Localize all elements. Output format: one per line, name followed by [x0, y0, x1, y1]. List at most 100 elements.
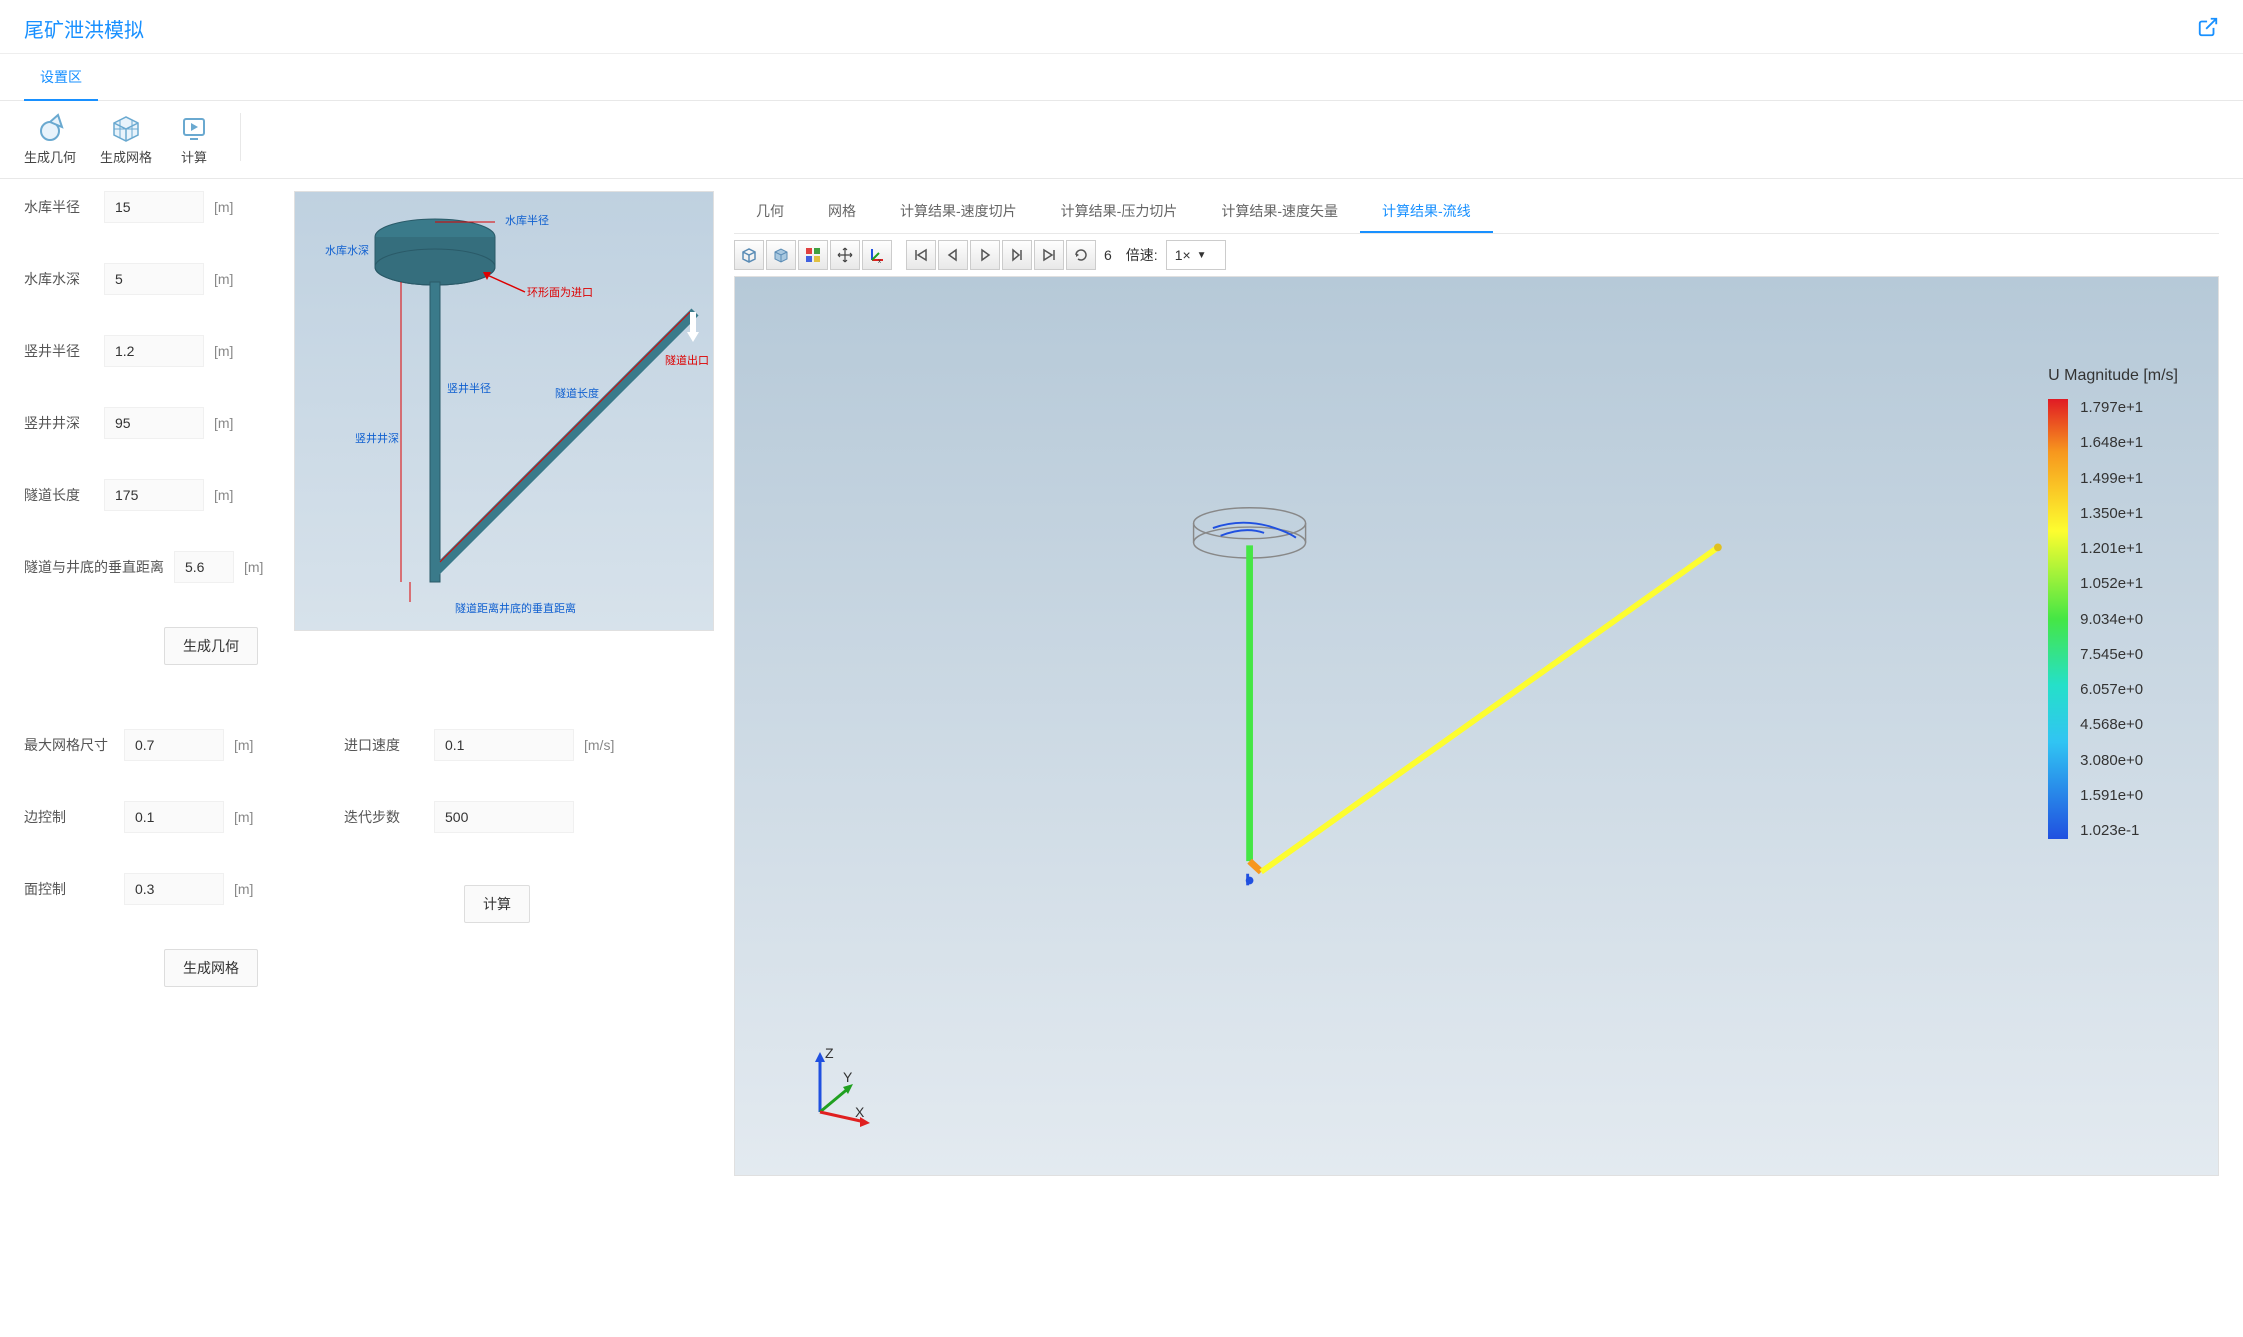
row-iter-steps: 迭代步数 — [344, 801, 614, 833]
label-iter-steps: 迭代步数 — [344, 807, 424, 827]
label-reservoir-radius: 水库半径 — [24, 197, 94, 217]
right-panel: 几何 网格 计算结果-速度切片 计算结果-压力切片 计算结果-速度矢量 计算结果… — [734, 191, 2219, 1176]
view-iso-icon[interactable] — [734, 240, 764, 270]
tab-settings[interactable]: 设置区 — [24, 55, 98, 101]
input-edge-ctrl[interactable] — [124, 801, 224, 833]
legend-label: 7.545e+0 — [2080, 646, 2143, 663]
tab-vel-vector[interactable]: 计算结果-速度矢量 — [1199, 191, 1360, 233]
geometry-inputs: 水库半径 [m] 水库水深 [m] 竖井半径 [m] 竖井井深 — [24, 191, 274, 665]
diag-label-shaft-radius: 竖井半径 — [447, 381, 491, 395]
tab-pres-slice[interactable]: 计算结果-压力切片 — [1039, 191, 1200, 233]
label-max-size: 最大网格尺寸 — [24, 735, 114, 755]
label-tunnel-length: 隧道长度 — [24, 485, 94, 505]
legend-label: 1.201e+1 — [2080, 540, 2143, 557]
compute-icon — [176, 113, 212, 143]
legend-label: 9.034e+0 — [2080, 611, 2143, 628]
main-tabs: 设置区 — [0, 54, 2243, 101]
playback-prev-icon[interactable] — [938, 240, 968, 270]
open-external-icon[interactable] — [2197, 16, 2219, 41]
unit-reservoir-radius: [m] — [214, 199, 244, 215]
row-shaft-radius: 竖井半径 [m] — [24, 335, 274, 367]
diag-label-reservoir-radius: 水库半径 — [505, 213, 549, 227]
input-iter-steps[interactable] — [434, 801, 574, 833]
input-reservoir-depth[interactable] — [104, 263, 204, 295]
action-toolbar: 生成几何 生成网格 计算 — [0, 101, 2243, 179]
row-reservoir-radius: 水库半径 [m] — [24, 191, 274, 223]
unit-shaft-radius: [m] — [214, 343, 244, 359]
input-face-ctrl[interactable] — [124, 873, 224, 905]
tab-geometry[interactable]: 几何 — [734, 191, 806, 233]
sim-inputs: 进口速度 [m/s] 迭代步数 计算 — [344, 729, 614, 987]
generate-mesh-button[interactable]: 生成网格 — [164, 949, 258, 987]
unit-inlet-vel: [m/s] — [584, 737, 614, 753]
color-legend: U Magnitude [m/s] 1.797e+1 1.648e+1 1.49… — [2048, 367, 2178, 839]
generate-geometry-button[interactable]: 生成几何 — [164, 627, 258, 665]
playback-next-icon[interactable] — [1002, 240, 1032, 270]
toolbar-compute-label: 计算 — [181, 147, 207, 166]
speed-value: 1× — [1175, 247, 1191, 263]
legend-colorbar — [2048, 399, 2068, 839]
toolbar-compute[interactable]: 计算 — [176, 113, 212, 166]
unit-max-size: [m] — [234, 737, 264, 753]
geom-button-row: 生成几何 — [24, 627, 274, 665]
view-front-icon[interactable] — [766, 240, 796, 270]
input-shaft-depth[interactable] — [104, 407, 204, 439]
app-title: 尾矿泄洪模拟 — [24, 14, 144, 43]
input-tunnel-length[interactable] — [104, 479, 204, 511]
playback-loop-icon[interactable] — [1066, 240, 1096, 270]
legend-label: 3.080e+0 — [2080, 752, 2143, 769]
row-tunnel-dist: 隧道与井底的垂直距离 [m] — [24, 551, 274, 583]
mesh-button-row: 生成网格 — [24, 949, 264, 987]
result-viewer[interactable]: U Magnitude [m/s] 1.797e+1 1.648e+1 1.49… — [734, 276, 2219, 1176]
compute-button[interactable]: 计算 — [464, 885, 530, 923]
playback-play-icon[interactable] — [970, 240, 1000, 270]
playback-first-icon[interactable] — [906, 240, 936, 270]
toolbar-mesh-label: 生成网格 — [100, 147, 152, 166]
input-shaft-radius[interactable] — [104, 335, 204, 367]
unit-face-ctrl: [m] — [234, 881, 264, 897]
diag-label-shaft-depth: 竖井井深 — [355, 431, 399, 445]
svg-text:X: X — [855, 1104, 865, 1120]
speed-select[interactable]: 1× — [1166, 240, 1226, 270]
tab-streamline[interactable]: 计算结果-流线 — [1360, 191, 1493, 233]
diag-label-ring-inlet: 环形面为进口 — [527, 286, 593, 299]
geometry-section: 水库半径 [m] 水库水深 [m] 竖井半径 [m] 竖井井深 — [24, 191, 714, 665]
legend-label: 1.797e+1 — [2080, 399, 2143, 416]
label-reservoir-depth: 水库水深 — [24, 269, 94, 289]
view-axes-icon[interactable]: x — [862, 240, 892, 270]
input-reservoir-radius[interactable] — [104, 191, 204, 223]
toolbar-geometry-label: 生成几何 — [24, 147, 76, 166]
svg-text:Z: Z — [825, 1045, 834, 1061]
unit-tunnel-dist: [m] — [244, 559, 274, 575]
row-shaft-depth: 竖井井深 [m] — [24, 407, 274, 439]
geometry-diagram: 水库半径 水库水深 环形面为进口 竖井半径 竖井井深 隧道长度 隧道出口 隧道距… — [294, 191, 714, 631]
input-inlet-vel[interactable] — [434, 729, 574, 761]
viewer-toolbar: x 6 倍速: 1× — [734, 234, 2219, 276]
legend-label: 6.057e+0 — [2080, 681, 2143, 698]
label-inlet-vel: 进口速度 — [344, 735, 424, 755]
unit-tunnel-length: [m] — [214, 487, 244, 503]
legend-label: 1.648e+1 — [2080, 434, 2143, 451]
mesh-inputs: 最大网格尺寸 [m] 边控制 [m] 面控制 [m] 生成网格 — [24, 729, 264, 987]
row-max-size: 最大网格尺寸 [m] — [24, 729, 264, 761]
sim-button-row: 计算 — [344, 885, 614, 923]
toolbar-separator — [240, 113, 241, 161]
playback-last-icon[interactable] — [1034, 240, 1064, 270]
legend-label: 1.591e+0 — [2080, 787, 2143, 804]
unit-shaft-depth: [m] — [214, 415, 244, 431]
toolbar-generate-mesh[interactable]: 生成网格 — [100, 113, 152, 166]
diag-label-tunnel-outlet: 隧道出口 — [665, 353, 709, 367]
input-max-size[interactable] — [124, 729, 224, 761]
legend-label: 1.350e+1 — [2080, 505, 2143, 522]
view-grid-icon[interactable] — [798, 240, 828, 270]
tab-mesh[interactable]: 网格 — [806, 191, 878, 233]
axis-indicator: Z Y X — [795, 1042, 885, 1135]
legend-label: 1.499e+1 — [2080, 470, 2143, 487]
tab-vel-slice[interactable]: 计算结果-速度切片 — [878, 191, 1039, 233]
unit-edge-ctrl: [m] — [234, 809, 264, 825]
input-tunnel-dist[interactable] — [174, 551, 234, 583]
toolbar-generate-geometry[interactable]: 生成几何 — [24, 113, 76, 166]
mesh-icon — [108, 113, 144, 143]
svg-text:x: x — [878, 259, 881, 264]
view-move-icon[interactable] — [830, 240, 860, 270]
